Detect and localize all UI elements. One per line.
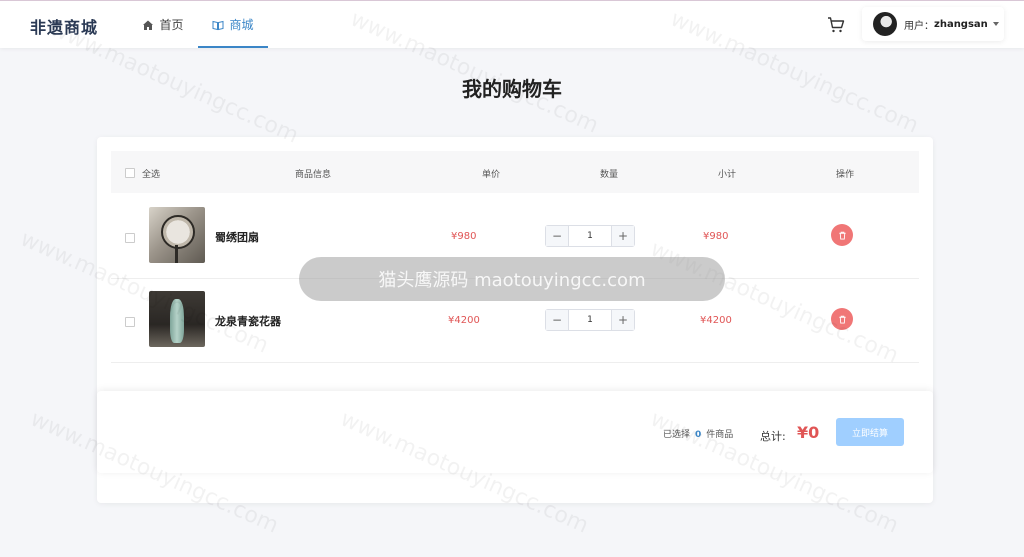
selected-summary: 已选择 0 件商品: [663, 427, 733, 440]
nav-mall-label: 商城: [229, 18, 254, 32]
home-icon: [143, 20, 154, 30]
header-subtotal: 小计: [718, 170, 737, 180]
quantity-value[interactable]: 1: [569, 226, 611, 246]
user-menu[interactable]: 用户： zhangsan: [862, 7, 1004, 41]
table-header: 全选 商品信息 单价 数量 小计 操作: [111, 151, 919, 193]
checkout-button[interactable]: 立即结算: [836, 418, 904, 446]
top-header: 非遗商城 首页 商城 用户： zhangsan: [0, 0, 1024, 48]
total-label: 总计:: [760, 430, 786, 443]
table-row: 龙泉青瓷花器 ¥4200 − 1 + ¥4200: [111, 278, 919, 363]
subtotal: ¥980: [703, 231, 729, 242]
header-action: 操作: [836, 170, 855, 180]
selected-count: 0: [695, 430, 702, 440]
selected-suffix: 件商品: [706, 430, 734, 440]
trash-icon: [838, 315, 846, 324]
delete-button[interactable]: [831, 224, 853, 246]
checkout-bar: 已选择 0 件商品 总计: ¥0 立即结算: [97, 391, 933, 473]
product-name[interactable]: 龙泉青瓷花器: [215, 313, 281, 329]
row-checkbox[interactable]: [125, 233, 135, 243]
increase-button[interactable]: +: [611, 310, 634, 330]
user-name: zhangsan: [934, 18, 988, 30]
decrease-button[interactable]: −: [546, 310, 569, 330]
header-price: 单价: [482, 170, 501, 180]
page-title: 我的购物车: [462, 77, 562, 101]
product-name[interactable]: 蜀绣团扇: [215, 229, 259, 245]
quantity-value[interactable]: 1: [569, 310, 611, 330]
unit-price: ¥980: [451, 231, 477, 242]
site-logo[interactable]: 非遗商城: [30, 14, 98, 38]
selected-prefix: 已选择: [663, 430, 691, 440]
nav-home[interactable]: 首页: [128, 1, 198, 48]
product-image[interactable]: [149, 207, 205, 263]
nav-mall[interactable]: 商城: [198, 1, 268, 48]
quantity-stepper: − 1 +: [545, 309, 635, 331]
user-label: 用户：: [904, 20, 934, 32]
header-select-all[interactable]: 全选: [142, 167, 160, 180]
quantity-stepper: − 1 +: [545, 225, 635, 247]
book-icon: [212, 20, 224, 30]
header-info: 商品信息: [295, 170, 332, 180]
avatar: [873, 12, 897, 36]
increase-button[interactable]: +: [611, 226, 634, 246]
row-checkbox[interactable]: [125, 317, 135, 327]
trash-icon: [838, 231, 846, 240]
caret-down-icon: [992, 22, 999, 26]
product-image[interactable]: [149, 291, 205, 347]
table-row: 蜀绣团扇 ¥980 − 1 + ¥980: [111, 194, 919, 279]
cart-icon[interactable]: [827, 16, 845, 34]
main-nav: 首页 商城: [128, 1, 268, 48]
nav-home-label: 首页: [159, 18, 184, 32]
unit-price: ¥4200: [448, 315, 480, 326]
delete-button[interactable]: [831, 308, 853, 330]
total-value: ¥0: [797, 423, 820, 442]
decrease-button[interactable]: −: [546, 226, 569, 246]
select-all-checkbox[interactable]: [125, 168, 135, 178]
subtotal: ¥4200: [700, 315, 732, 326]
header-qty: 数量: [600, 170, 619, 180]
